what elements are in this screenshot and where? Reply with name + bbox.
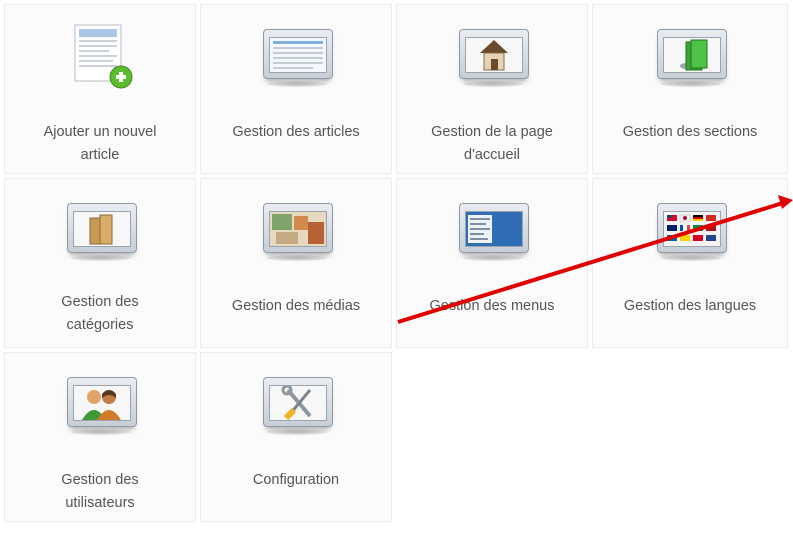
tile-categories[interactable]: Gestion des catégories (4, 178, 196, 348)
tile-label-line: Gestion des articles (232, 124, 360, 140)
tile-home-page[interactable]: Gestion de la page d'accueil (396, 4, 588, 174)
tile-label-line: Ajouter un nouvel (43, 124, 157, 140)
home-page-icon (453, 23, 533, 89)
media-icon (257, 197, 337, 263)
tile-sections[interactable]: Gestion des sections (592, 4, 788, 174)
tile-menus[interactable]: Gestion des menus (396, 178, 588, 348)
tile-label-line: Gestion des menus (429, 298, 555, 314)
add-article-icon (61, 23, 141, 89)
tile-label-line: Gestion des médias (231, 298, 361, 314)
tile-label-line: Gestion des langues (623, 298, 757, 314)
tile-label-line: utilisateurs (65, 495, 135, 511)
tile-label-line: Gestion des (61, 472, 139, 488)
tile-users[interactable]: Gestion des utilisateurs (4, 352, 196, 522)
menus-icon (453, 197, 533, 263)
sections-icon (651, 23, 731, 89)
articles-icon (257, 23, 337, 89)
tile-label-line: Gestion des (61, 294, 139, 310)
tile-label-line: Gestion des sections (622, 124, 758, 140)
tile-label-line: article (80, 147, 120, 163)
tile-add-article[interactable]: Ajouter un nouvel article (4, 4, 196, 174)
tile-label-line: catégories (66, 317, 134, 333)
configuration-icon (257, 371, 337, 437)
tile-configuration[interactable]: Configuration (200, 352, 392, 522)
tile-label-line: Configuration (252, 472, 340, 488)
control-panel: Ajouter un nouvel article Gestion des ar… (0, 0, 793, 538)
tile-languages[interactable]: Gestion des langues (592, 178, 788, 348)
tile-articles[interactable]: Gestion des articles (200, 4, 392, 174)
categories-icon (61, 197, 141, 263)
tile-label-line: Gestion de la page (431, 124, 553, 140)
languages-icon (651, 197, 731, 263)
tile-media[interactable]: Gestion des médias (200, 178, 392, 348)
users-icon (61, 371, 141, 437)
tile-label-line: d'accueil (464, 147, 520, 163)
